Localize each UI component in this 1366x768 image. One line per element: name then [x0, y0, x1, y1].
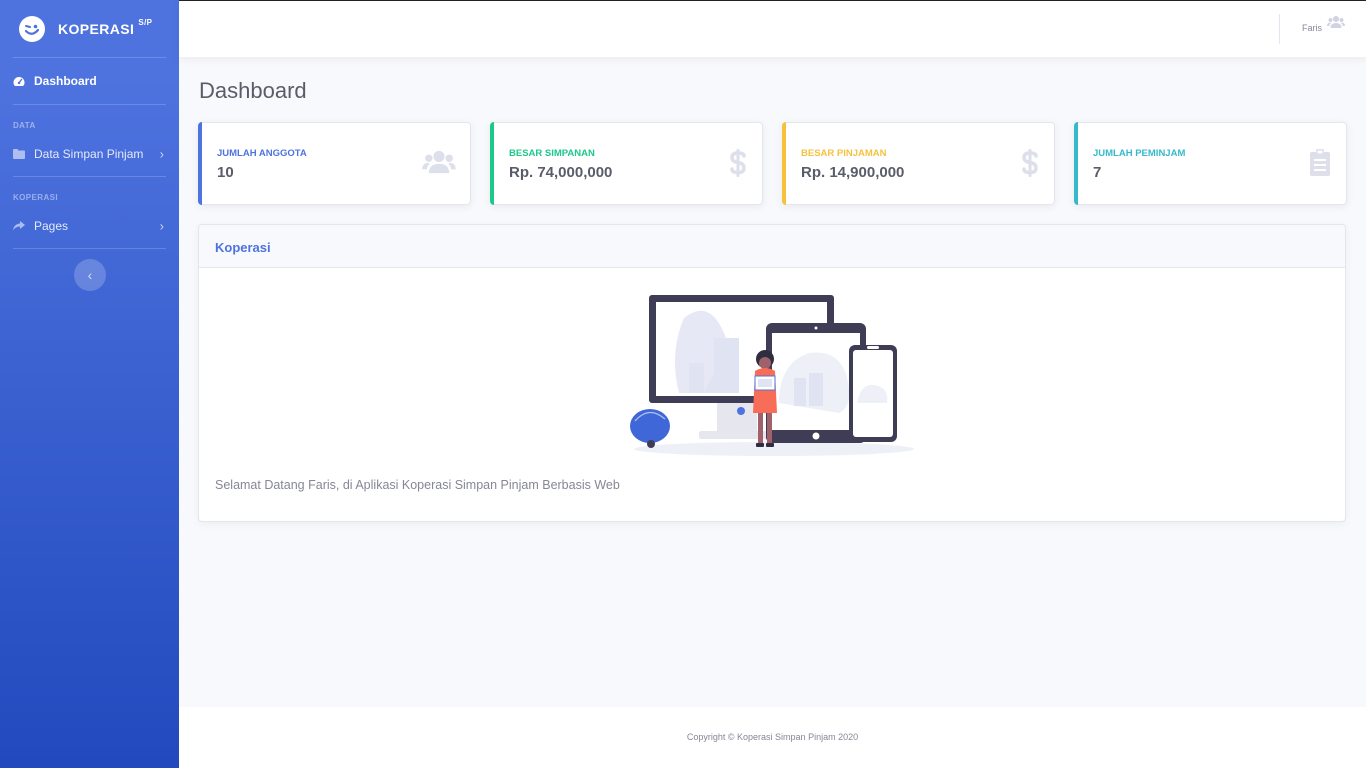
share-icon — [13, 220, 26, 232]
stat-card-jumlah-anggota: JUMLAH ANGGOTA 10 — [198, 122, 471, 205]
sidebar-brand[interactable]: KOPERASI S/P — [0, 0, 179, 57]
sidebar-item-label: Pages — [34, 219, 69, 233]
stat-label: JUMLAH ANGGOTA — [217, 148, 307, 159]
sidebar-item-label: Dashboard — [34, 74, 97, 88]
topbar-divider — [1279, 14, 1280, 44]
card-accent-bar — [490, 122, 494, 205]
users-icon[interactable] — [1327, 15, 1345, 34]
chevron-right-icon: › — [159, 146, 164, 162]
stat-card-besar-pinjaman: BESAR PINJAMAN Rp. 14,900,000 — [782, 122, 1055, 205]
topbar: Faris — [179, 0, 1366, 57]
sidebar: KOPERASI S/P Dashboard DATA Data Simpan P… — [0, 0, 179, 768]
dollar-icon — [1021, 149, 1039, 182]
sidebar-heading-data: DATA — [13, 121, 36, 130]
stat-label: JUMLAH PEMINJAM — [1093, 148, 1186, 159]
wink-face-icon — [19, 15, 45, 42]
chevron-left-icon: ‹ — [87, 267, 93, 283]
sidebar-item-data-simpan-pinjam[interactable]: Data Simpan Pinjam › — [0, 134, 179, 174]
stat-value: 10 — [217, 164, 234, 181]
card-accent-bar — [198, 122, 202, 205]
users-icon — [422, 149, 456, 180]
folder-icon — [13, 148, 26, 160]
tachometer-icon — [13, 75, 26, 87]
card-header-title: Koperasi — [199, 225, 1345, 268]
stat-value: Rp. 14,900,000 — [801, 164, 905, 181]
sidebar-toggle-button[interactable]: ‹ — [74, 259, 106, 291]
stat-label: BESAR SIMPANAN — [509, 148, 595, 159]
sidebar-item-dashboard[interactable]: Dashboard — [0, 58, 179, 104]
footer: Copyright © Koperasi Simpan Pinjam 2020 — [179, 707, 1366, 768]
sidebar-item-label: Data Simpan Pinjam — [34, 147, 144, 161]
welcome-message: Selamat Datang Faris, di Aplikasi Kopera… — [215, 478, 620, 492]
card-accent-bar — [1074, 122, 1078, 205]
footer-copyright: Copyright © Koperasi Simpan Pinjam 2020 — [686, 732, 859, 742]
sidebar-item-pages[interactable]: Pages › — [0, 206, 179, 246]
koperasi-card: Koperasi Selamat Datang Faris, di Aplika… — [198, 224, 1346, 522]
stat-value: 7 — [1093, 164, 1102, 181]
dollar-icon — [729, 149, 747, 182]
chevron-right-icon: › — [159, 218, 164, 234]
topbar-user-name[interactable]: Faris — [1302, 23, 1322, 33]
brand-name: KOPERASI S/P — [58, 17, 153, 37]
sidebar-divider — [13, 248, 166, 249]
clipboard-list-icon — [1310, 149, 1330, 181]
stat-label: BESAR PINJAMAN — [801, 148, 887, 159]
devices-illustration — [629, 293, 919, 463]
brand-superscript: S/P — [138, 17, 153, 27]
stat-card-jumlah-peminjam: JUMLAH PEMINJAM 7 — [1074, 122, 1347, 205]
card-accent-bar — [782, 122, 786, 205]
stat-value: Rp. 74,000,000 — [509, 164, 613, 181]
sidebar-heading-koperasi: KOPERASI — [13, 193, 58, 202]
stat-card-besar-simpanan: BESAR SIMPANAN Rp. 74,000,000 — [490, 122, 763, 205]
page-title: Dashboard — [199, 78, 307, 103]
